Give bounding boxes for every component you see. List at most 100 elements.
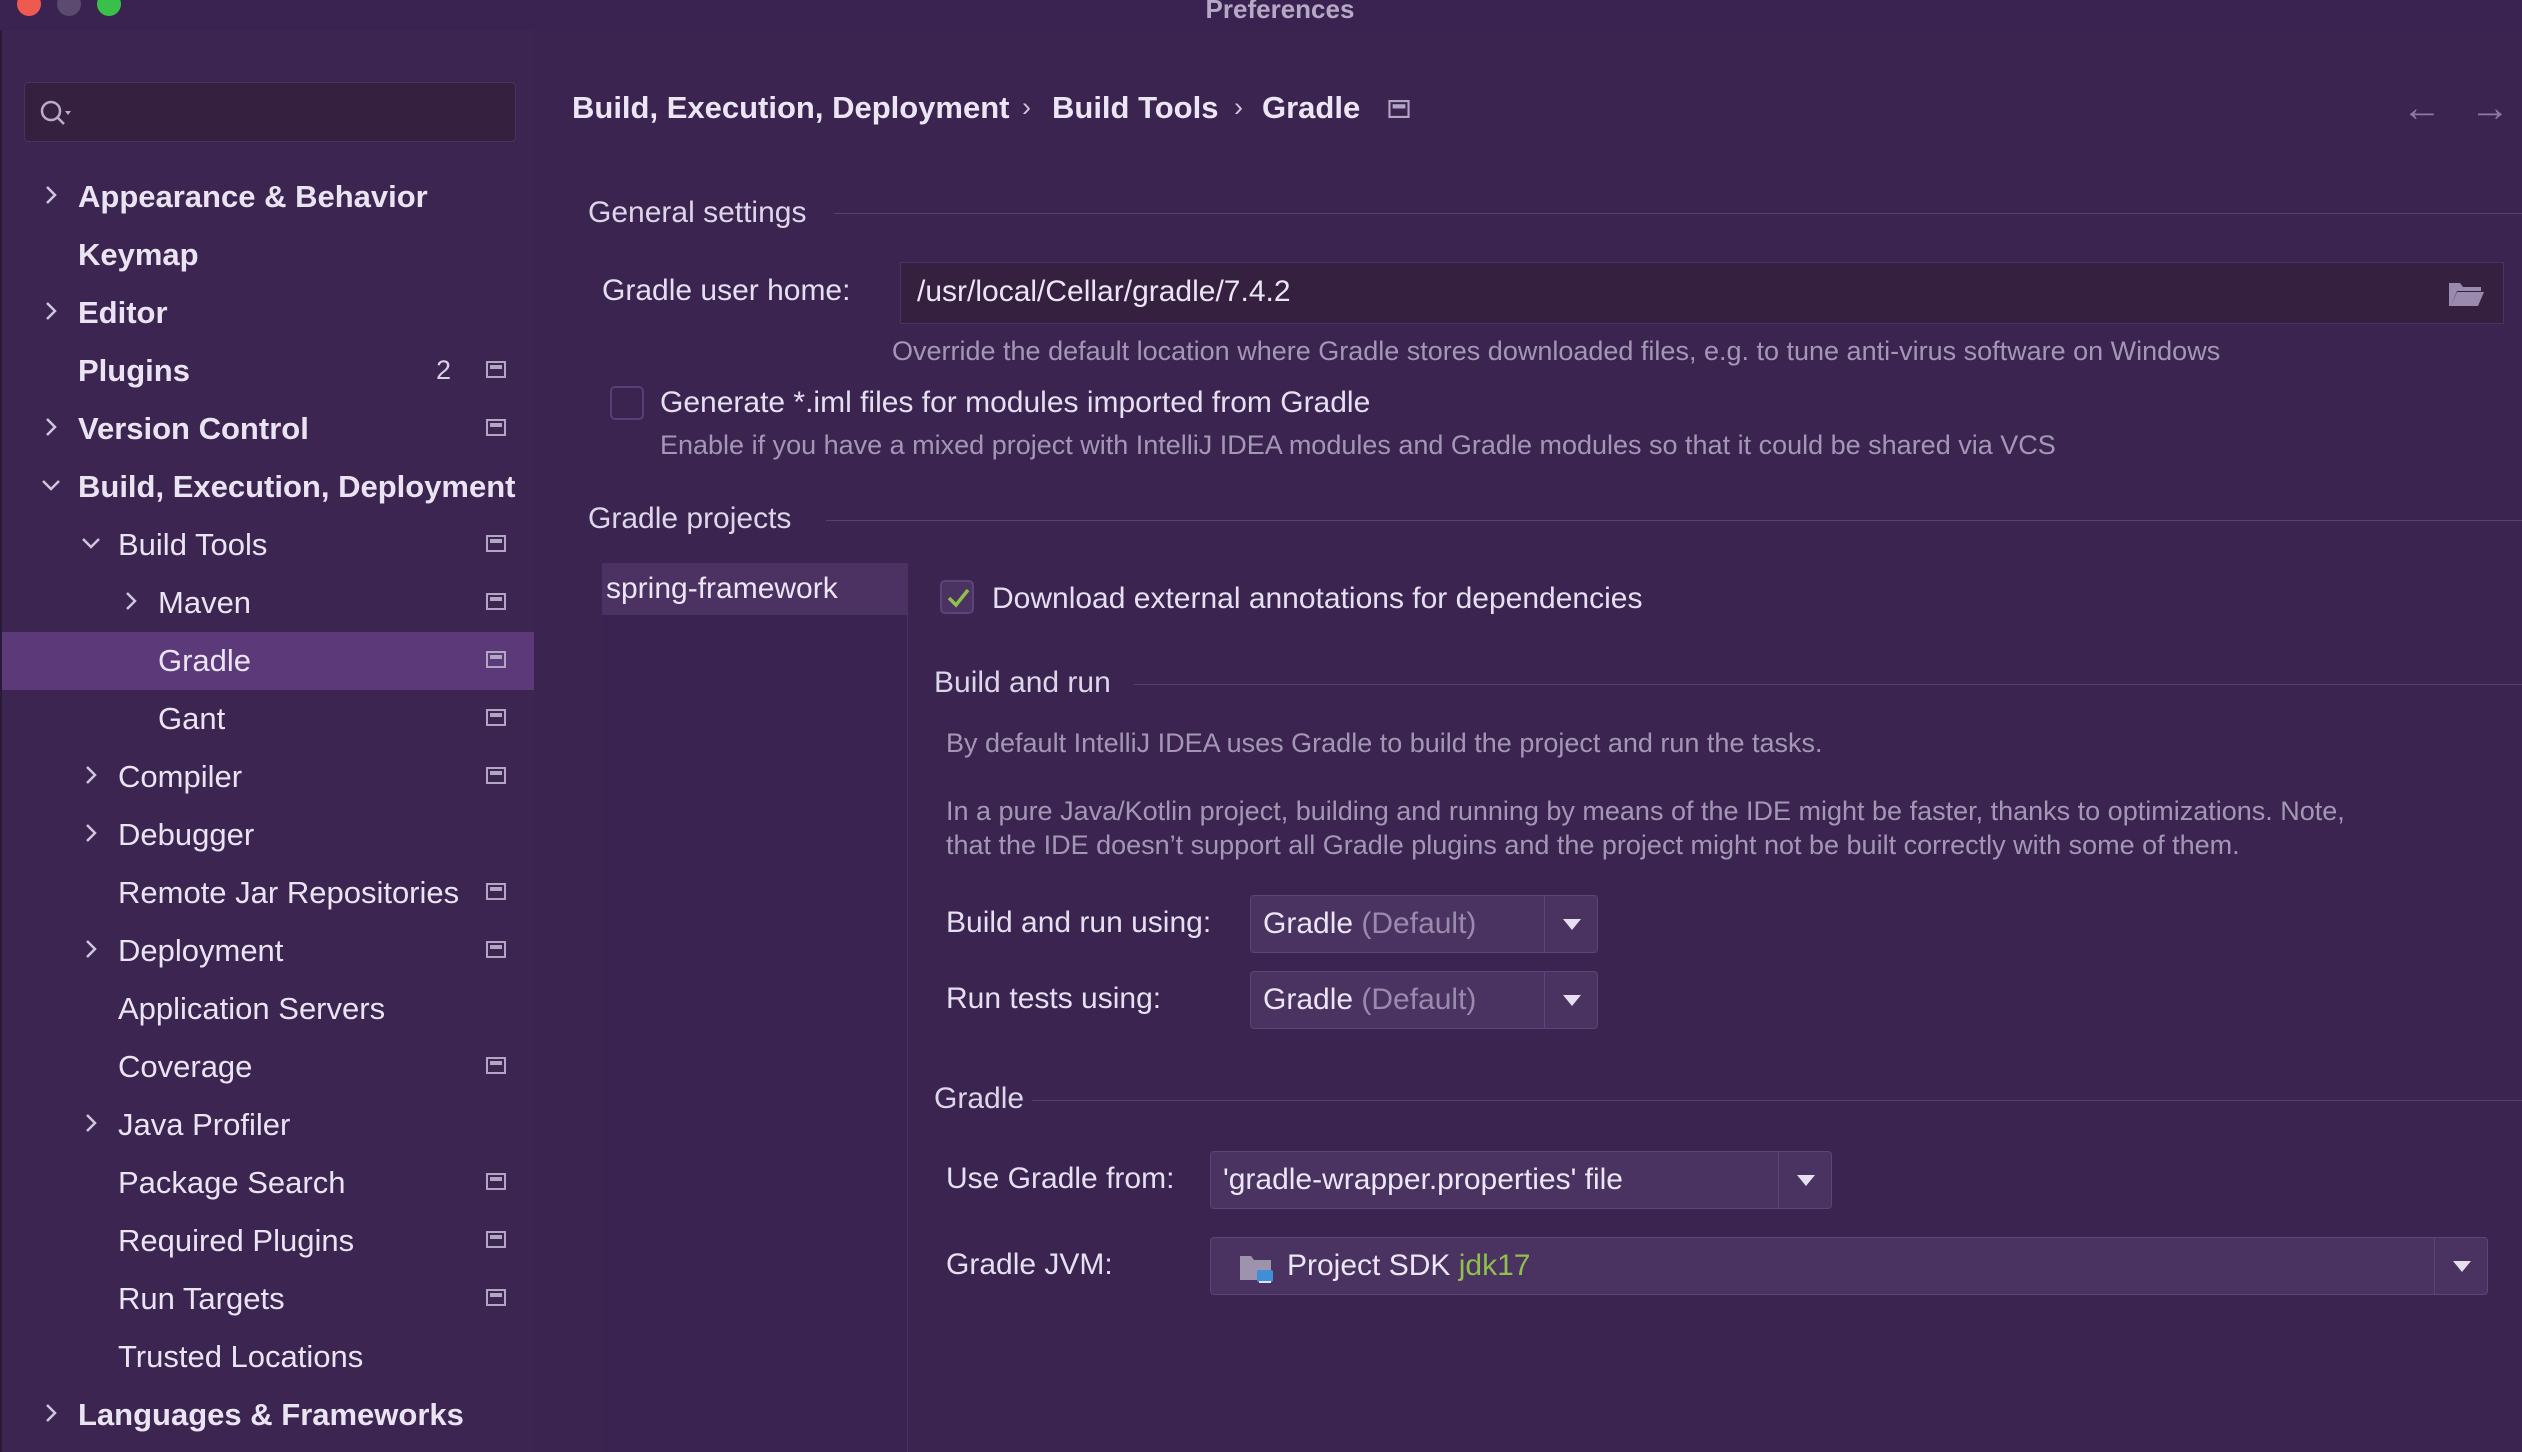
project-settings-icon (486, 709, 506, 726)
gradle-jvm-dropdown[interactable]: Project SDK jdk17 (1210, 1237, 2488, 1295)
plugins-update-count: 2 (436, 355, 452, 385)
download-annotations-label[interactable]: Download external annotations for depend… (992, 582, 1642, 616)
breadcrumb-item-build-tools[interactable]: Build Tools (1052, 90, 1218, 126)
chevron-right-icon (126, 592, 137, 610)
sidebar-item-label: Package Search (118, 1165, 346, 1200)
sidebar-item-compiler[interactable]: Compiler (2, 748, 534, 806)
section-divider (826, 520, 2522, 521)
dropdown-arrow-icon (2434, 1238, 2487, 1294)
search-input[interactable] (24, 82, 516, 142)
chevron-right-icon (86, 1114, 97, 1132)
chevron-right-icon (86, 766, 97, 784)
sidebar-item-gradle[interactable]: Gradle (2, 632, 534, 690)
gradle-user-home-label: Gradle user home: (602, 274, 851, 307)
gradle-projects-title: Gradle projects (588, 502, 792, 535)
settings-sidebar: Appearance & Behavior Keymap Editor Plug… (0, 30, 534, 1452)
project-settings-icon (486, 361, 506, 378)
project-settings-icon (486, 535, 506, 552)
sidebar-item-label: Debugger (118, 817, 255, 852)
sidebar-item-build-execution-deployment[interactable]: Build, Execution, Deployment (2, 458, 534, 516)
chevron-right-icon (86, 824, 97, 842)
gradle-jvm-label: Gradle JVM: (946, 1248, 1113, 1281)
project-settings-icon (486, 419, 506, 436)
project-settings-icon (486, 1057, 506, 1074)
sidebar-item-label: Appearance & Behavior (78, 179, 428, 214)
sidebar-item-gant[interactable]: Gant (2, 690, 534, 748)
chevron-right-icon (46, 418, 57, 436)
sidebar-item-label: Run Targets (118, 1281, 285, 1316)
chevron-right-icon (86, 940, 97, 958)
sidebar-item-deployment[interactable]: Deployment (2, 922, 534, 980)
section-divider (1134, 684, 2522, 685)
sidebar-item-coverage[interactable]: Coverage (2, 1038, 534, 1096)
sidebar-item-label: Java Profiler (118, 1107, 291, 1142)
sidebar-item-label: Plugins (78, 353, 190, 388)
sidebar-item-label: Trusted Locations (118, 1339, 364, 1374)
forward-arrow-icon[interactable]: → (2470, 86, 2510, 131)
breadcrumb-item-build-execution-deployment[interactable]: Build, Execution, Deployment (572, 90, 1010, 126)
sidebar-item-application-servers[interactable]: Application Servers (2, 980, 534, 1038)
sidebar-item-label: Languages & Frameworks (78, 1397, 464, 1432)
sidebar-item-editor[interactable]: Editor (2, 284, 534, 342)
section-divider (834, 213, 2522, 214)
build-and-run-hint: By default IntelliJ IDEA uses Gradle to … (946, 728, 1823, 758)
sidebar-item-label: Compiler (118, 759, 243, 794)
sidebar-item-debugger[interactable]: Debugger (2, 806, 534, 864)
generate-iml-checkbox[interactable] (610, 386, 644, 420)
gradle-user-home-value: /usr/local/Cellar/gradle/7.4.2 (917, 275, 1291, 308)
run-tests-using-dropdown[interactable]: Gradle (Default) (1250, 971, 1598, 1029)
build-run-using-label: Build and run using: (946, 906, 1212, 939)
section-divider (1032, 1100, 2522, 1101)
sidebar-item-remote-jar-repositories[interactable]: Remote Jar Repositories (2, 864, 534, 922)
search-icon (40, 100, 71, 125)
sidebar-item-label: Remote Jar Repositories (118, 875, 460, 910)
use-gradle-from-dropdown[interactable]: 'gradle-wrapper.properties' file (1210, 1151, 1832, 1209)
project-settings-icon (486, 1231, 506, 1248)
sidebar-item-keymap[interactable]: Keymap (2, 226, 534, 284)
project-item-label: spring-framework (606, 572, 838, 605)
gradle-section-title: Gradle (934, 1082, 1025, 1115)
build-and-run-note-line2: that the IDE doesn’t support all Gradle … (946, 830, 2240, 860)
checkmark-icon (947, 588, 970, 608)
gradle-jvm-value: Project SDK jdk17 (1287, 1249, 1531, 1282)
project-settings-icon (486, 883, 506, 900)
general-settings-title: General settings (588, 196, 807, 229)
folder-browse-icon[interactable] (2447, 279, 2485, 309)
project-settings-icon (486, 593, 506, 610)
sidebar-item-run-targets[interactable]: Run Targets (2, 1270, 534, 1328)
project-settings-icon (486, 651, 506, 668)
generate-iml-label[interactable]: Generate *.iml files for modules importe… (660, 386, 1370, 420)
sidebar-item-label: Version Control (78, 411, 309, 446)
sidebar-item-appearance-behavior[interactable]: Appearance & Behavior (2, 168, 534, 226)
use-gradle-from-label: Use Gradle from: (946, 1162, 1175, 1195)
sidebar-item-label: Maven (158, 585, 252, 620)
back-arrow-icon[interactable]: ← (2402, 86, 2442, 131)
sidebar-item-trusted-locations[interactable]: Trusted Locations (2, 1328, 534, 1386)
download-annotations-checkbox[interactable] (940, 580, 974, 614)
sidebar-item-languages-frameworks[interactable]: Languages & Frameworks (2, 1386, 534, 1444)
gradle-user-home-field[interactable]: /usr/local/Cellar/gradle/7.4.2 (900, 262, 2504, 324)
sidebar-item-label: Coverage (118, 1049, 253, 1084)
sidebar-item-label: Application Servers (118, 991, 386, 1026)
sdk-folder-icon (1240, 1256, 1273, 1283)
sidebar-item-java-profiler[interactable]: Java Profiler (2, 1096, 534, 1154)
sidebar-item-plugins[interactable]: Plugins 2 (2, 342, 534, 400)
sidebar-item-label: Keymap (78, 237, 199, 272)
sidebar-item-build-tools[interactable]: Build Tools (2, 516, 534, 574)
project-settings-icon (486, 767, 506, 784)
breadcrumb-separator: › (1234, 92, 1243, 122)
gradle-user-home-hint: Override the default location where Grad… (892, 336, 2221, 366)
sidebar-item-version-control[interactable]: Version Control (2, 400, 534, 458)
sidebar-item-maven[interactable]: Maven (2, 574, 534, 632)
use-gradle-from-value: 'gradle-wrapper.properties' file (1223, 1163, 1623, 1196)
gradle-projects-list: spring-framework (602, 563, 908, 1452)
build-run-using-dropdown[interactable]: Gradle (Default) (1250, 895, 1598, 953)
project-settings-icon (1388, 100, 1410, 118)
project-settings-icon (486, 941, 506, 958)
sidebar-item-required-plugins[interactable]: Required Plugins (2, 1212, 534, 1270)
settings-content: Build, Execution, Deployment › Build Too… (534, 30, 2522, 1452)
dropdown-arrow-icon (1544, 896, 1597, 952)
project-item-spring-framework[interactable]: spring-framework (602, 563, 907, 615)
chevron-right-icon (46, 1404, 57, 1422)
sidebar-item-package-search[interactable]: Package Search (2, 1154, 534, 1212)
